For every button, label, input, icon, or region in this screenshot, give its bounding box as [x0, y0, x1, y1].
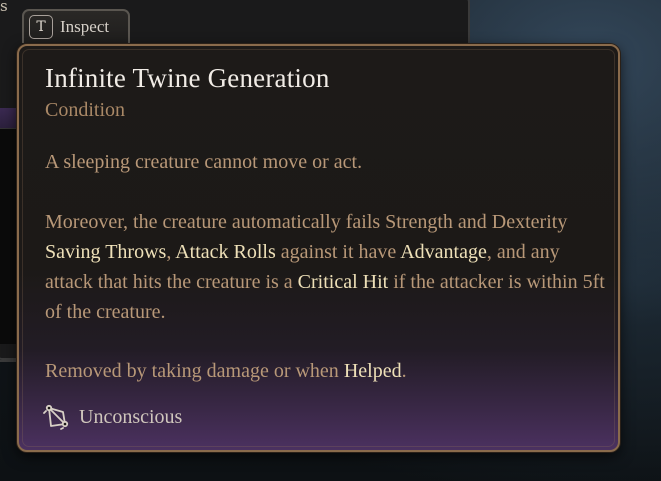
condition-footer[interactable]: Unconscious	[43, 404, 182, 430]
text-fragment: against it have	[275, 241, 401, 263]
inspect-button[interactable]: T Inspect	[22, 9, 130, 43]
background-panel-inner	[0, 128, 18, 344]
background-corner-text: s	[0, 0, 8, 15]
text-fragment: ,	[166, 241, 176, 263]
description-paragraph-3: Removed by taking damage or when Helped.	[45, 356, 605, 386]
unconscious-condition-icon	[43, 404, 69, 430]
keyword-attack-rolls[interactable]: Attack Rolls	[175, 241, 276, 263]
description-paragraph-1: A sleeping creature cannot move or act.	[45, 151, 363, 173]
keyword-critical-hit[interactable]: Critical Hit	[298, 271, 389, 293]
tooltip-subtitle: Condition	[45, 99, 126, 121]
keyword-saving-throws[interactable]: Saving Throws	[45, 241, 166, 263]
keyword-helped[interactable]: Helped	[344, 360, 402, 382]
description-paragraph-2: Moreover, the creature automatically fai…	[45, 207, 605, 327]
condition-tooltip: Infinite Twine Generation Condition A sl…	[17, 44, 620, 452]
inspect-keybind-badge: T	[29, 15, 53, 39]
tooltip-title: Infinite Twine Generation	[45, 63, 330, 93]
condition-name-label: Unconscious	[79, 405, 183, 428]
text-fragment: Removed by taking damage or when	[45, 360, 344, 382]
text-fragment: .	[401, 360, 407, 382]
keyword-advantage[interactable]: Advantage	[400, 241, 487, 263]
text-fragment: Moreover, the creature automatically fai…	[45, 211, 568, 233]
inspect-label: Inspect	[60, 17, 110, 36]
background-panel-accent	[0, 108, 18, 130]
